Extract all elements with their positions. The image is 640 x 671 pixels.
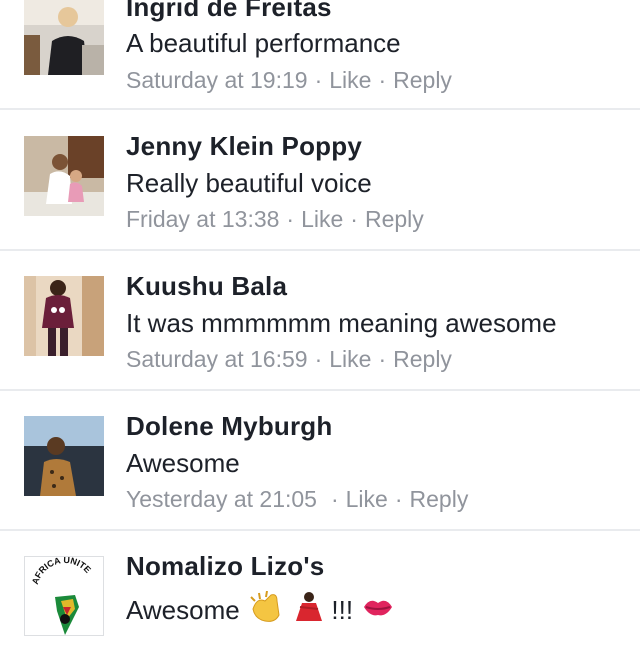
comment-meta: Yesterday at 21:05 · Like · Reply (126, 486, 468, 513)
comment-text: A beautiful performance (126, 28, 401, 58)
comment-text: Awesome !!! (126, 590, 394, 630)
separator-dot: · (286, 206, 295, 232)
comment-text-value: Awesome (126, 595, 240, 625)
reply-link[interactable]: Reply (393, 67, 452, 93)
comment-list: Ingrid de Freitas A beautiful performanc… (0, 0, 640, 636)
reply-link[interactable]: Reply (365, 206, 424, 232)
avatar[interactable] (24, 136, 104, 216)
like-link[interactable]: Like (329, 67, 371, 93)
comment-timestamp[interactable]: Saturday at 16:59 (126, 346, 308, 372)
separator-dot: · (394, 486, 403, 512)
comment-meta: Saturday at 19:19 · Like · Reply (126, 67, 452, 94)
comment-item: Jenny Klein Poppy Really beautiful voice… (0, 111, 640, 251)
comment-text: Really beautiful voice (126, 168, 372, 198)
comment-meta: Friday at 13:38 · Like · Reply (126, 206, 424, 233)
reply-link[interactable]: Reply (393, 346, 452, 372)
separator-dot: · (350, 206, 358, 232)
avatar[interactable] (24, 0, 104, 75)
comment-author[interactable]: Kuushu Bala (126, 271, 287, 302)
comment-author[interactable]: Nomalizo Lizo's (126, 551, 324, 582)
separator-dot: · (378, 67, 387, 93)
comment-timestamp[interactable]: Saturday at 19:19 (126, 67, 308, 93)
separator-dot: · (378, 346, 387, 372)
separator-dot: · (330, 486, 339, 512)
comment-meta: Saturday at 16:59 · Like · Reply (126, 346, 452, 373)
comment-item: AFRICA UNITE Nomalizo Lizo's Awesome !!! (0, 531, 640, 671)
avatar[interactable] (24, 276, 104, 356)
separator-dot: · (314, 346, 323, 372)
clapping-hands-icon (249, 590, 285, 630)
comment-text: It was mmmmmm meaning awesome (126, 308, 557, 338)
like-link[interactable]: Like (329, 346, 371, 372)
avatar[interactable] (24, 416, 104, 496)
comment-text: Awesome (126, 448, 240, 478)
comment-item: Dolene Myburgh Awesome Yesterday at 21:0… (0, 391, 640, 531)
comment-item: Ingrid de Freitas A beautiful performanc… (0, 0, 640, 110)
reply-link[interactable]: Reply (410, 486, 469, 512)
avatar[interactable]: AFRICA UNITE (24, 556, 104, 636)
like-link[interactable]: Like (346, 486, 388, 512)
comment-author[interactable]: Ingrid de Freitas (126, 0, 332, 23)
comment-author[interactable]: Jenny Klein Poppy (126, 131, 362, 162)
comment-author[interactable]: Dolene Myburgh (126, 411, 332, 442)
comment-timestamp[interactable]: Friday at 13:38 (126, 206, 279, 232)
exclamation-marks: !!! (331, 595, 354, 625)
separator-dot: · (314, 67, 323, 93)
like-link[interactable]: Like (301, 206, 343, 232)
comment-item: Kuushu Bala It was mmmmmm meaning awesom… (0, 251, 640, 391)
dancer-icon (294, 591, 324, 630)
comment-timestamp[interactable]: Yesterday at 21:05 (126, 486, 317, 512)
